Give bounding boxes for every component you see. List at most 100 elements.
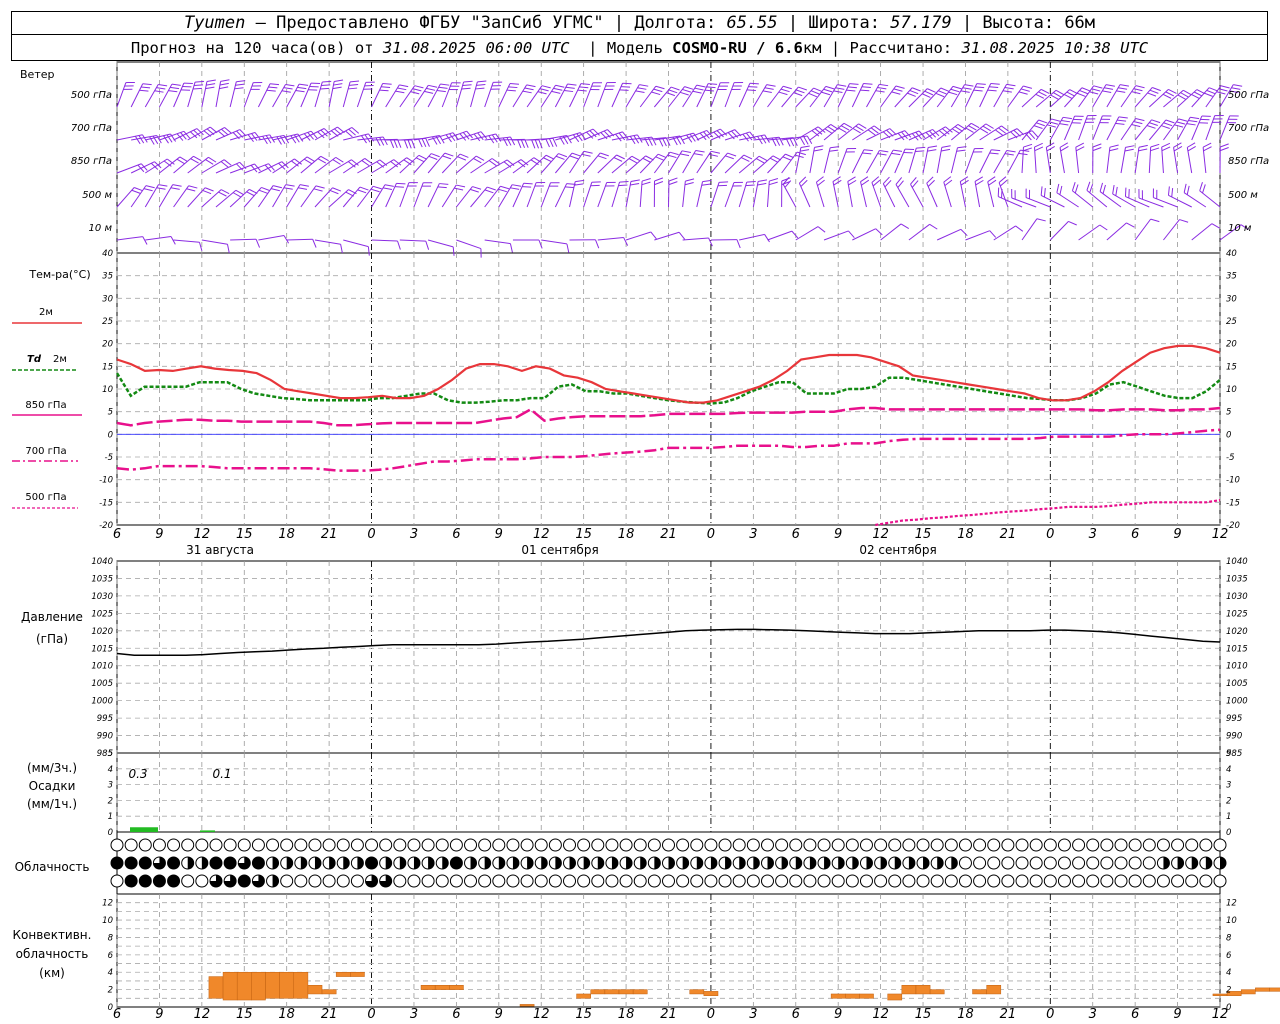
wind-barb xyxy=(297,86,307,90)
cloud-symbol xyxy=(336,838,350,852)
wind-barb xyxy=(116,134,143,141)
wind-barb xyxy=(882,183,896,208)
wind-barb xyxy=(442,130,467,141)
wind-barb xyxy=(367,246,370,256)
conv-segment xyxy=(279,971,295,999)
wind-barb xyxy=(1216,91,1226,95)
wind-barb xyxy=(1147,92,1157,97)
wind-barb xyxy=(145,185,155,189)
conv-y-tick: 12 xyxy=(102,899,113,909)
wind-barb xyxy=(1186,147,1193,174)
wind-barb xyxy=(134,135,141,145)
cloud-symbol-fill xyxy=(809,857,816,869)
cloud-symbol xyxy=(647,874,661,888)
wind-barb xyxy=(1191,87,1210,108)
wind-barb xyxy=(1134,87,1153,108)
cloud-symbol xyxy=(195,838,209,852)
precip-y-tick: 3 xyxy=(1226,781,1231,791)
wind-barb xyxy=(1051,118,1061,122)
wind-barb xyxy=(382,187,393,190)
wind-barb xyxy=(531,139,536,149)
wind-barb xyxy=(1074,184,1079,194)
cloud-symbol-fill xyxy=(484,857,491,869)
wind-barb xyxy=(317,158,327,164)
wind-barb xyxy=(1146,124,1156,129)
wind-barb xyxy=(1079,89,1089,95)
wind-barb xyxy=(142,134,148,143)
cloud-symbol-fill xyxy=(951,857,958,869)
cloud-symbol xyxy=(548,838,562,852)
temp-x-tick: 0 xyxy=(1046,527,1054,542)
wind-barb xyxy=(875,228,883,236)
pressure-y-tick: 1025 xyxy=(1226,609,1248,619)
wind-barb xyxy=(1075,142,1085,148)
wind-barb xyxy=(793,92,803,97)
wind-barb xyxy=(681,150,692,153)
cloud-symbol xyxy=(1086,838,1100,852)
cloud-symbol xyxy=(987,856,1001,870)
wind-barb xyxy=(757,182,767,186)
wind-barb xyxy=(1060,145,1069,152)
wind-barb xyxy=(745,184,755,187)
wind-barb xyxy=(523,182,533,185)
cloud-symbol xyxy=(350,874,364,888)
cloud-symbol xyxy=(181,838,195,852)
precip-y-tick: 5 xyxy=(108,749,113,759)
conv-x-tick: 12 xyxy=(533,1007,550,1022)
wind-barb xyxy=(979,149,992,174)
wind-barb xyxy=(830,146,840,149)
wind-barb xyxy=(381,86,391,89)
wind-barb xyxy=(1162,93,1172,99)
wind-barb xyxy=(852,228,876,241)
wind-barb xyxy=(192,87,203,90)
wind-barb xyxy=(452,246,455,256)
cloud-symbol xyxy=(449,838,463,852)
wind-barb xyxy=(220,79,230,82)
wind-barb xyxy=(426,87,436,91)
wind-barb xyxy=(1149,89,1159,94)
wind-barb xyxy=(1063,94,1073,100)
cloud-symbol xyxy=(563,838,577,852)
wind-barb xyxy=(894,87,913,108)
wind-barb xyxy=(1115,122,1125,125)
temp-y-tick: -10 xyxy=(1226,476,1240,486)
wind-barb xyxy=(629,136,636,145)
wind-barb xyxy=(201,189,222,208)
temp-x-tick: 3 xyxy=(410,527,418,542)
wind-barb xyxy=(823,88,833,93)
temp-y-tick: 10 xyxy=(102,385,113,395)
cloud-symbol xyxy=(407,874,421,888)
wind-barb xyxy=(170,187,180,190)
wind-barb xyxy=(1059,123,1069,126)
wind-barb xyxy=(1102,90,1112,93)
wind-barb xyxy=(724,182,735,208)
wind-barb xyxy=(619,89,629,91)
temp-x-tick: 18 xyxy=(278,527,295,542)
cloud-symbol xyxy=(167,838,181,852)
cloud-symbol xyxy=(1001,856,1015,870)
cloud-symbol xyxy=(152,874,166,888)
wind-barb xyxy=(1034,142,1043,148)
wind-barb xyxy=(187,81,196,108)
wind-barb xyxy=(206,79,216,82)
wind-barb xyxy=(926,182,938,208)
pressure-y-tick: 1035 xyxy=(1226,574,1248,584)
wind-barb xyxy=(268,86,278,89)
cloud-symbol xyxy=(138,838,152,852)
wind-barb xyxy=(708,83,718,85)
wind-barb xyxy=(1150,218,1160,223)
wind-barb xyxy=(350,80,360,83)
wind-barb xyxy=(1025,197,1051,208)
wind-barb xyxy=(1135,118,1145,122)
cloud-symbol-fill xyxy=(413,857,420,869)
cloud-symbol xyxy=(464,838,478,852)
wind-barb xyxy=(824,128,833,135)
wind-barb xyxy=(476,84,486,86)
wind-barb xyxy=(320,155,329,162)
wind-barb xyxy=(846,89,856,92)
wind-barb xyxy=(1179,219,1189,223)
wind-barb xyxy=(441,82,453,108)
conv-segment xyxy=(1212,993,1228,996)
wind-barb xyxy=(798,183,811,208)
wind-barb xyxy=(832,181,839,208)
